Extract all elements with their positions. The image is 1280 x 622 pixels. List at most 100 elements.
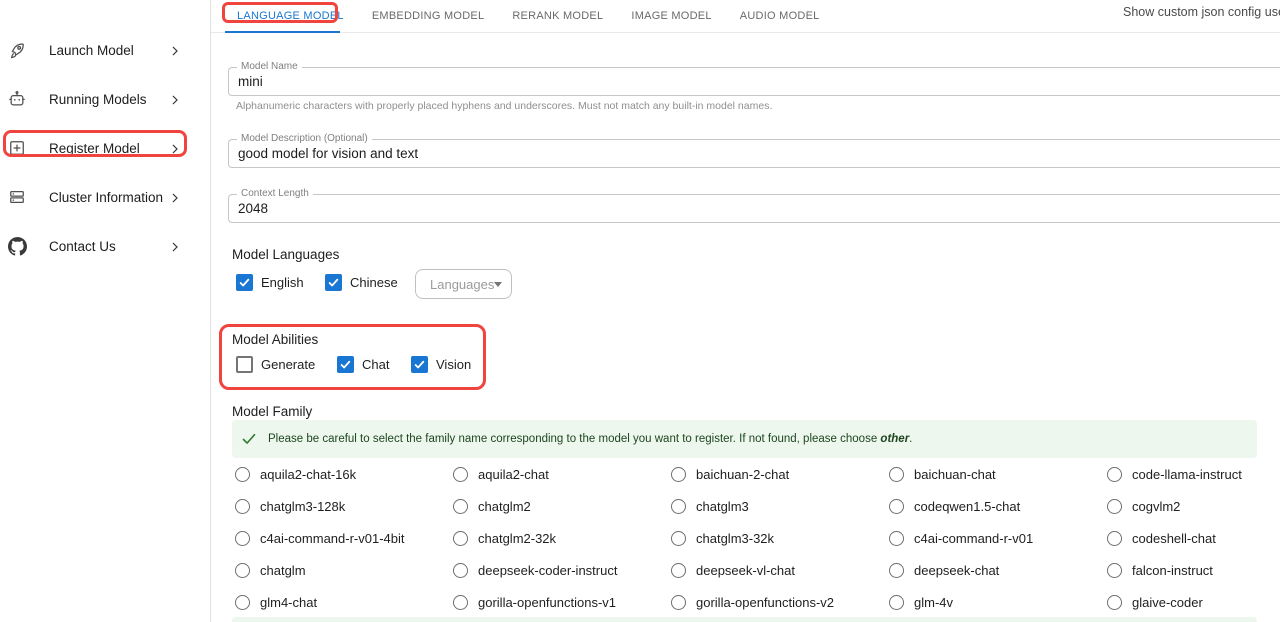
family-radio-option[interactable]: deepseek-coder-instruct [453,554,671,586]
sidebar-item-label: Running Models [49,92,147,107]
model-abilities-title: Model Abilities [232,332,318,347]
family-radio-option[interactable]: chatglm2 [453,490,671,522]
family-radio-option[interactable]: glm-4v [889,586,1107,618]
radio-icon [235,563,250,578]
model-type-tabs: LANGUAGE MODEL EMBEDDING MODEL RERANK MO… [211,0,1280,33]
radio-icon [671,499,686,514]
add-box-icon [7,138,27,158]
sidebar: Launch Model Running Models Regis [0,0,211,622]
checkbox-checked-icon [325,274,342,291]
family-radio-option[interactable]: deepseek-vl-chat [671,554,889,586]
radio-icon [889,499,904,514]
family-radio-option[interactable]: chatglm3 [671,490,889,522]
context-length-field[interactable]: Context Length 2048 [228,194,1280,223]
sidebar-item-register-model[interactable]: Register Model [0,124,210,172]
sidebar-item-cluster-information[interactable]: Cluster Information [0,173,210,221]
sidebar-item-running-models[interactable]: Running Models [0,75,210,123]
sidebar-item-label: Register Model [49,141,140,156]
radio-icon [1107,467,1122,482]
family-radio-option[interactable]: c4ai-command-r-v01 [889,522,1107,554]
check-icon [241,431,257,447]
radio-icon [453,499,468,514]
sidebar-item-label: Cluster Information [49,190,163,205]
github-icon [7,236,27,256]
family-notice-text: Please be careful to select the family n… [268,433,912,445]
chevron-right-icon [169,93,181,105]
radio-icon [235,499,250,514]
languages-select[interactable]: Languages [415,269,512,299]
radio-icon [453,531,468,546]
model-description-value: good model for vision and text [238,140,418,167]
radio-icon [671,531,686,546]
sidebar-item-launch-model[interactable]: Launch Model [0,26,210,74]
model-name-field[interactable]: Model Name mini [228,67,1280,96]
radio-icon [453,467,468,482]
chevron-right-icon [169,142,181,154]
checkbox-checked-icon [411,356,428,373]
radio-icon [671,563,686,578]
checkbox-checked-icon [337,356,354,373]
radio-icon [889,531,904,546]
checkbox-chinese[interactable]: Chinese [325,274,398,291]
model-languages-title: Model Languages [232,247,339,262]
family-radio-option[interactable]: c4ai-command-r-v01-4bit [235,522,453,554]
family-radio-option[interactable]: chatglm [235,554,453,586]
robot-icon [7,89,27,109]
radio-icon [235,595,250,610]
checkbox-checked-icon [236,274,253,291]
family-radio-option[interactable]: codeshell-chat [1107,522,1280,554]
model-family-options: aquila2-chat-16k aquila2-chat baichuan-2… [235,458,1280,618]
tab-language-model[interactable]: LANGUAGE MODEL [223,0,358,32]
show-json-config-link[interactable]: Show custom json config used b [1123,5,1280,19]
chevron-right-icon [169,191,181,203]
checkbox-chat[interactable]: Chat [337,356,389,373]
checkbox-unchecked-icon [236,356,253,373]
tab-audio-model[interactable]: AUDIO MODEL [726,0,834,32]
family-radio-option[interactable]: aquila2-chat [453,458,671,490]
radio-icon [889,595,904,610]
family-radio-option[interactable]: chatglm3-32k [671,522,889,554]
tab-rerank-model[interactable]: RERANK MODEL [498,0,617,32]
family-radio-option[interactable]: glaive-coder [1107,586,1280,618]
model-name-value: mini [238,68,263,95]
radio-icon [889,467,904,482]
radio-icon [671,595,686,610]
family-radio-option[interactable]: codeqwen1.5-chat [889,490,1107,522]
sidebar-item-contact-us[interactable]: Contact Us [0,222,210,270]
active-tab-indicator [225,31,340,33]
family-radio-option[interactable]: glm4-chat [235,586,453,618]
radio-icon [1107,531,1122,546]
family-radio-option[interactable]: baichuan-2-chat [671,458,889,490]
radio-icon [235,531,250,546]
tab-image-model[interactable]: IMAGE MODEL [617,0,725,32]
family-radio-option[interactable]: code-llama-instruct [1107,458,1280,490]
rocket-icon [7,40,27,60]
family-radio-option[interactable]: falcon-instruct [1107,554,1280,586]
family-radio-option[interactable]: gorilla-openfunctions-v1 [453,586,671,618]
family-radio-option[interactable]: deepseek-chat [889,554,1107,586]
model-description-field[interactable]: Model Description (Optional) good model … [228,139,1280,168]
caret-down-icon [494,282,502,287]
radio-icon [889,563,904,578]
radio-icon [235,467,250,482]
radio-icon [453,563,468,578]
chevron-right-icon [169,44,181,56]
model-name-helper-text: Alphanumeric characters with properly pl… [236,100,772,112]
checkbox-generate[interactable]: Generate [236,356,315,373]
chevron-right-icon [169,240,181,252]
family-radio-option[interactable]: cogvlm2 [1107,490,1280,522]
sidebar-item-label: Contact Us [49,239,116,254]
family-notice-banner: Please be careful to select the family n… [232,420,1257,458]
radio-icon [671,467,686,482]
tab-embedding-model[interactable]: EMBEDDING MODEL [358,0,499,32]
sidebar-item-label: Launch Model [49,43,134,58]
family-radio-option[interactable]: chatglm2-32k [453,522,671,554]
family-radio-option[interactable]: aquila2-chat-16k [235,458,453,490]
checkbox-vision[interactable]: Vision [411,356,471,373]
model-family-title: Model Family [232,404,312,419]
family-radio-option[interactable]: baichuan-chat [889,458,1107,490]
checkbox-english[interactable]: English [236,274,304,291]
family-radio-option[interactable]: gorilla-openfunctions-v2 [671,586,889,618]
family-radio-option[interactable]: chatglm3-128k [235,490,453,522]
radio-icon [453,595,468,610]
